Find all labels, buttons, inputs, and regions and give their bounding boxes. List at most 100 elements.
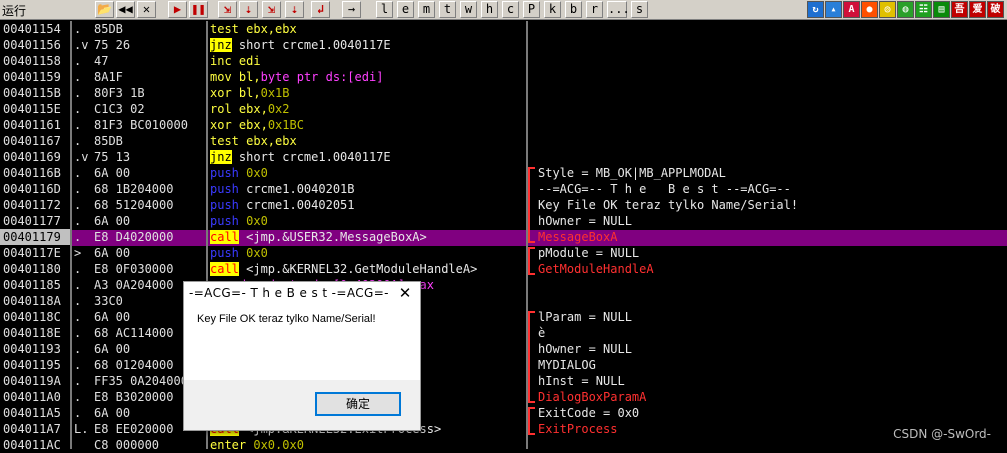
address-cell[interactable]: 00401169 — [0, 149, 70, 165]
window-button-m[interactable]: m — [418, 1, 435, 18]
comment-cell[interactable]: hOwner = NULL — [528, 341, 1007, 357]
comment-cell[interactable] — [528, 149, 1007, 165]
address-cell[interactable]: 004011A0 — [0, 389, 70, 405]
address-cell[interactable]: 00401158 — [0, 53, 70, 69]
window-button-b[interactable]: b — [565, 1, 582, 18]
hex-cell[interactable]: . 68 51204000 — [72, 197, 206, 213]
comment-cell[interactable]: è — [528, 325, 1007, 341]
address-cell[interactable]: 00401161 — [0, 117, 70, 133]
comment-cell[interactable]: ExitCode = 0x0 — [528, 405, 1007, 423]
open-icon[interactable]: 📂 — [95, 1, 114, 18]
address-cell[interactable]: 004011AC — [0, 437, 70, 453]
window-button-e[interactable]: e — [397, 1, 414, 18]
comment-cell[interactable]: MYDIALOG — [528, 357, 1007, 373]
hex-cell[interactable]: . 8A1F — [72, 69, 206, 85]
disassembly-cell[interactable]: call <jmp.&USER32.MessageBoxA> — [208, 229, 526, 245]
address-cell[interactable]: 004011A5 — [0, 405, 70, 421]
disassembly-cell[interactable]: enter 0x0,0x0 — [208, 437, 526, 449]
address-cell[interactable]: 0040115B — [0, 85, 70, 101]
execute-till-return-icon[interactable]: ↲ — [311, 1, 330, 18]
window-button-dots[interactable]: ... — [607, 1, 630, 18]
address-cell[interactable]: 00401195 — [0, 357, 70, 373]
disassembly-cell[interactable]: mov bl,byte ptr ds:[edi] — [208, 69, 526, 85]
refresh-icon[interactable]: ↻ — [807, 1, 824, 18]
address-cell[interactable]: 0040115E — [0, 101, 70, 117]
comment-cell[interactable] — [528, 37, 1007, 53]
address-cell[interactable]: 00401179 — [0, 229, 70, 245]
dialog-titlebar[interactable]: -=ACG=- T h e B e s t -=ACG=- ✕ — [184, 282, 420, 306]
disassembly-cell[interactable]: push 0x0 — [208, 213, 526, 229]
hex-cell[interactable]: .v 75 13 — [72, 149, 206, 165]
address-cell[interactable]: 00401172 — [0, 197, 70, 213]
hex-cell[interactable]: .v 75 26 — [72, 37, 206, 53]
window-button-w[interactable]: w — [460, 1, 477, 18]
comment-cell[interactable]: DialogBoxParamA — [528, 389, 1007, 405]
lang-1-icon[interactable]: 吾 — [951, 1, 968, 18]
ok-button[interactable]: 确定 — [315, 392, 401, 416]
comment-cell[interactable]: lParam = NULL — [528, 309, 1007, 327]
hex-cell[interactable]: C8 000000 — [72, 437, 206, 449]
comment-cell[interactable]: pModule = NULL — [528, 245, 1007, 263]
comment-cell[interactable]: Key File OK teraz tylko Name/Serial! — [528, 197, 1007, 213]
comment-cell[interactable]: MessageBoxA — [528, 229, 1007, 245]
address-cell[interactable]: 0040118A — [0, 293, 70, 309]
disassembly-cell[interactable]: test ebx,ebx — [208, 21, 526, 37]
close-icon[interactable]: ✕ — [137, 1, 156, 18]
address-cell[interactable]: 0040116B — [0, 165, 70, 181]
lang-3-icon[interactable]: 破 — [987, 1, 1004, 18]
disassembly-cell[interactable]: push 0x0 — [208, 165, 526, 181]
hex-cell[interactable]: . 81F3 BC010000 — [72, 117, 206, 133]
address-cell[interactable]: 004011A7 — [0, 421, 70, 437]
run-icon[interactable]: ▶ — [168, 1, 187, 18]
window-button-s[interactable]: s — [631, 1, 648, 18]
disassembly-cell[interactable]: test ebx,ebx — [208, 133, 526, 149]
book-icon[interactable]: ▤ — [933, 1, 950, 18]
list-icon[interactable]: ☷ — [915, 1, 932, 18]
address-cell[interactable]: 0040118C — [0, 309, 70, 325]
pause-icon[interactable]: ❚❚ — [189, 1, 208, 18]
address-cell[interactable]: 00401167 — [0, 133, 70, 149]
disassembly-cell[interactable]: jnz short crcme1.0040117E — [208, 149, 526, 165]
window-button-P[interactable]: P — [523, 1, 540, 18]
disassembly-cell[interactable]: xor ebx,0x1BC — [208, 117, 526, 133]
address-cell[interactable]: 0040117E — [0, 245, 70, 261]
comment-cell[interactable]: hInst = NULL — [528, 373, 1007, 389]
lang-2-icon[interactable]: 爱 — [969, 1, 986, 18]
disassembly-cell[interactable]: call <jmp.&KERNEL32.GetModuleHandleA> — [208, 261, 526, 277]
address-cell[interactable]: 00401156 — [0, 37, 70, 53]
close-icon[interactable]: ✕ — [396, 284, 414, 302]
disassembly-cell[interactable]: rol ebx,0x2 — [208, 101, 526, 117]
window-button-l[interactable]: l — [376, 1, 393, 18]
address-cell[interactable]: 0040116D — [0, 181, 70, 197]
disassembly-cell[interactable]: push 0x0 — [208, 245, 526, 261]
comment-cell[interactable]: GetModuleHandleA — [528, 261, 1007, 277]
window-button-k[interactable]: k — [544, 1, 561, 18]
record-icon[interactable]: ● — [861, 1, 878, 18]
disassembly-cell[interactable]: xor bl,0x1B — [208, 85, 526, 101]
step-into-icon[interactable]: ⇲ — [218, 1, 237, 18]
disassembly-cell[interactable]: push crcme1.00402051 — [208, 197, 526, 213]
hex-cell[interactable]: . 85DB — [72, 21, 206, 37]
hex-cell[interactable]: . 68 1B204000 — [72, 181, 206, 197]
hex-cell[interactable]: . 6A 00 — [72, 213, 206, 229]
comment-cell[interactable] — [528, 117, 1007, 133]
comment-cell[interactable] — [528, 293, 1007, 309]
address-cell[interactable]: 00401159 — [0, 69, 70, 85]
restart-icon[interactable]: ◀◀ — [116, 1, 135, 18]
address-cell[interactable]: 00401180 — [0, 261, 70, 277]
hex-cell[interactable]: . 47 — [72, 53, 206, 69]
hex-cell[interactable]: . E8 D4020000 — [72, 229, 206, 245]
address-cell[interactable]: 00401154 — [0, 21, 70, 37]
window-button-h[interactable]: h — [481, 1, 498, 18]
window-button-r[interactable]: r — [586, 1, 603, 18]
plugin-icon[interactable]: ◍ — [897, 1, 914, 18]
step-over-icon[interactable]: ⇣ — [239, 1, 258, 18]
target-icon[interactable]: ◎ — [879, 1, 896, 18]
hex-cell[interactable]: . 80F3 1B — [72, 85, 206, 101]
comment-cell[interactable] — [528, 277, 1007, 293]
comment-cell[interactable] — [528, 69, 1007, 85]
comment-cell[interactable]: hOwner = NULL — [528, 213, 1007, 229]
mark-icon[interactable]: ▴ — [825, 1, 842, 18]
hex-cell[interactable]: . C1C3 02 — [72, 101, 206, 117]
comment-cell[interactable] — [528, 53, 1007, 69]
